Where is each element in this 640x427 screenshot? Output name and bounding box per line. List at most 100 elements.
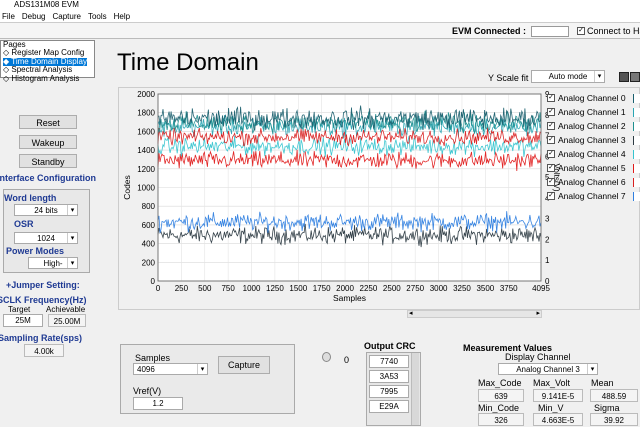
display-channel-select[interactable]: Analog Channel 3 ▾ [498,363,598,375]
menu-help[interactable]: Help [112,10,135,22]
pages-panel: Pages ◇ Register Map Config ◆ Time Domai… [0,40,95,82]
legend-item-ch5[interactable]: ✓ Analog Channel 5 [546,162,640,174]
x-tick-label: 2000 [336,284,354,293]
menu-tools[interactable]: Tools [86,10,112,22]
osr-select[interactable]: 1024 ▾ [14,232,78,244]
y-tick-label: 800 [142,202,156,211]
page-title: Time Domain [117,49,259,76]
legend-swatch [633,108,640,117]
sigma-label: Sigma [594,403,620,413]
window-title: ADS131M08 EVM [0,0,640,10]
legend-label: Analog Channel 3 [558,135,626,145]
x-tick-label: 3500 [476,284,494,293]
x-tick-label: 500 [198,284,212,293]
word-length-label: Word length [4,193,57,203]
vref-label: Vref(V) [133,386,162,396]
crc-value: 7995 [369,385,409,398]
crc-index: 0 [344,355,350,365]
crc-index-knob[interactable] [322,352,331,362]
legend-item-ch2[interactable]: ✓ Analog Channel 2 [546,120,640,132]
y2-tick-label: 2 [545,235,550,244]
x-tick-label: 250 [175,284,189,293]
legend-checkbox[interactable]: ✓ [547,108,555,116]
power-mode-select[interactable]: High- ▾ [28,257,78,269]
y2-tick-label: 0 [545,277,550,286]
vref-input[interactable]: 1.2 [133,397,183,410]
y-tick-label: 1400 [137,146,155,155]
min-code-label: Min_Code [478,403,520,413]
wakeup-button[interactable]: Wakeup [19,135,77,149]
x-tick-label: 2250 [360,284,378,293]
power-modes-label: Power Modes [6,246,65,256]
menu-capture[interactable]: Capture [50,10,85,22]
capture-button[interactable]: Capture [218,356,270,374]
x-tick-label: 0 [156,284,161,293]
samples-select[interactable]: 4096 ▾ [133,363,208,375]
chevron-down-icon: ▾ [587,364,597,374]
legend-item-ch3[interactable]: ✓ Analog Channel 3 [546,134,640,146]
y-tick-label: 600 [142,221,156,230]
target-label: Target [8,305,31,314]
x-axis-label: Samples [333,293,366,303]
evm-connected-indicator [531,26,569,37]
crc-value: E29A [369,400,409,413]
max-volt-label: Max_Volt [533,378,571,388]
max-code-label: Max_Code [478,378,522,388]
legend-swatch [633,192,640,201]
legend-checkbox[interactable]: ✓ [547,192,555,200]
sampling-rate-value: 4.00k [24,344,64,357]
legend-item-ch4[interactable]: ✓ Analog Channel 4 [546,148,640,160]
y-tick-label: 1200 [137,165,155,174]
menu-file[interactable]: File [0,10,20,22]
osr-label: OSR [14,219,34,229]
legend-label: Analog Channel 4 [558,149,626,159]
mean-label: Mean [591,378,614,388]
legend-checkbox[interactable]: ✓ [547,122,555,130]
page-item-histogram[interactable]: ◇ Histogram Analysis [3,74,79,84]
x-tick-label: 1750 [313,284,331,293]
chevron-down-icon: ▾ [197,364,207,374]
chevron-down-icon: ▾ [594,71,604,82]
sclk-frequency-label: SCLK Frequency(Hz) [0,295,87,305]
plot-tools-icon[interactable] [619,72,629,82]
zoom-icon[interactable] [630,72,640,82]
legend-swatch [633,178,640,187]
legend-swatch [633,94,640,103]
mean-value: 488.59 [590,389,638,402]
reset-button[interactable]: Reset [19,115,77,129]
min-code-value: 326 [478,413,524,426]
legend-checkbox[interactable]: ✓ [547,164,555,172]
x-tick-label: 1000 [243,284,261,293]
legend-item-ch7[interactable]: ✓ Analog Channel 7 [546,190,640,202]
x-tick-label: 750 [221,284,235,293]
chevron-down-icon: ▾ [67,258,77,268]
x-tick-label: 1500 [289,284,307,293]
chevron-down-icon: ▾ [67,205,77,215]
min-v-label: Min_V [538,403,564,413]
legend-item-ch1[interactable]: ✓ Analog Channel 1 [546,106,640,118]
samples-label: Samples [135,353,171,363]
interface-config-title: Interface Configuration [0,173,97,183]
yscale-select[interactable]: Auto mode ▾ [531,70,605,83]
crc-scrollbar[interactable] [411,353,419,425]
plot-scrollbar[interactable]: ◂ ▸ [407,310,542,318]
legend-label: Analog Channel 5 [558,163,626,173]
legend-checkbox[interactable]: ✓ [547,136,555,144]
scroll-right-icon[interactable]: ▸ [536,309,540,317]
menu-debug[interactable]: Debug [20,10,51,22]
scroll-left-icon[interactable]: ◂ [409,309,413,317]
y-tick-label: 1600 [137,127,155,136]
word-length-select[interactable]: 24 bits ▾ [14,204,78,216]
legend-item-ch0[interactable]: ✓ Analog Channel 0 [546,92,640,104]
legend-item-ch6[interactable]: ✓ Analog Channel 6 [546,176,640,188]
legend-checkbox[interactable]: ✓ [547,94,555,102]
x-tick-label: 1250 [266,284,284,293]
legend-label: Analog Channel 7 [558,191,626,201]
legend-checkbox[interactable]: ✓ [547,178,555,186]
legend-checkbox[interactable]: ✓ [547,150,555,158]
target-sclk-spinner[interactable]: 25M [3,314,43,327]
standby-button[interactable]: Standby [19,154,77,168]
x-tick-label: 2500 [383,284,401,293]
connect-checkbox[interactable]: ✓ [577,27,585,35]
achievable-label: Achievable [46,305,86,314]
